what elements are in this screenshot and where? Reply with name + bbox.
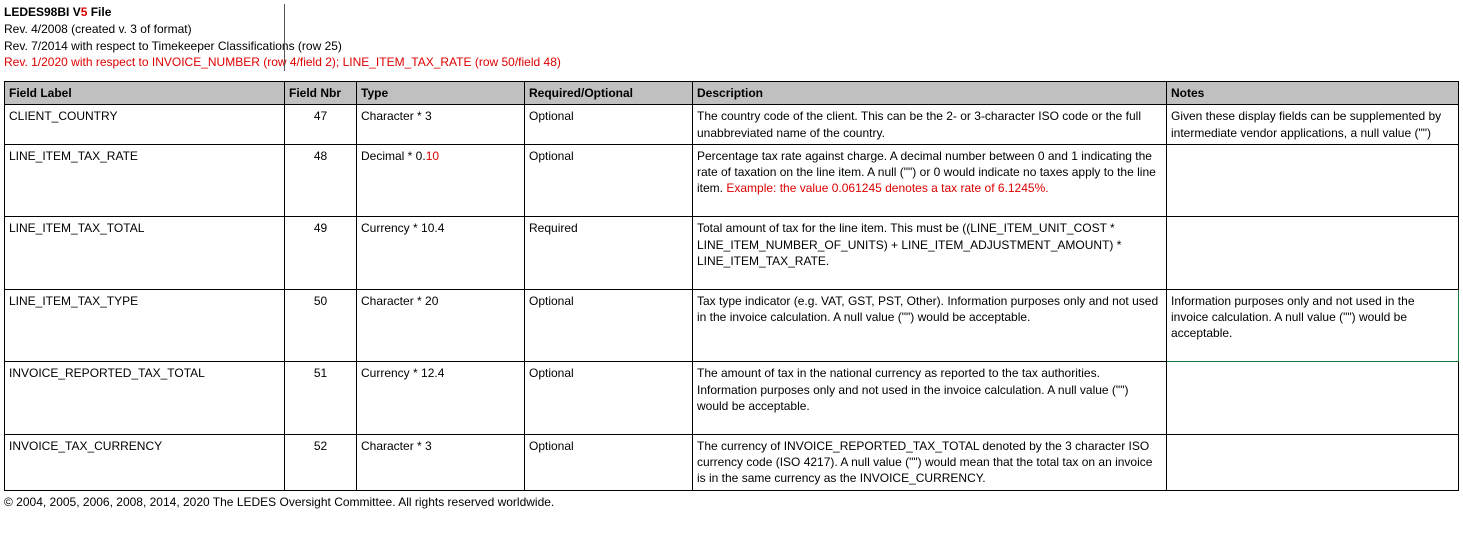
cell-desc: The amount of tax in the national curren… (693, 362, 1167, 435)
cell-desc: The currency of INVOICE_REPORTED_TAX_TOT… (693, 435, 1167, 491)
footer-copyright: © 2004, 2005, 2006, 2008, 2014, 2020 The… (4, 495, 1459, 509)
cell-nbr: 50 (285, 289, 357, 362)
cell-label: INVOICE_TAX_CURRENCY (5, 435, 285, 491)
cell-label: LINE_ITEM_TAX_TOTAL (5, 217, 285, 290)
cell-label: CLIENT_COUNTRY (5, 105, 285, 144)
cell-nbr: 48 (285, 144, 357, 217)
cell-nbr: 52 (285, 435, 357, 491)
cell-label: LINE_ITEM_TAX_RATE (5, 144, 285, 217)
cell-req: Optional (525, 289, 693, 362)
cell-req: Optional (525, 105, 693, 144)
cell-notes (1167, 217, 1459, 290)
cell-nbr: 47 (285, 105, 357, 144)
cell-desc: Tax type indicator (e.g. VAT, GST, PST, … (693, 289, 1167, 362)
table-row: INVOICE_REPORTED_TAX_TOTAL 51 Currency *… (5, 362, 1459, 435)
cell-desc: Total amount of tax for the line item. T… (693, 217, 1167, 290)
cell-type: Decimal * 0.10 (357, 144, 525, 217)
revision-line-2: Rev. 7/2014 with respect to Timekeeper C… (4, 38, 1459, 55)
table-header-row: Field Label Field Nbr Type Required/Opti… (5, 82, 1459, 105)
cell-nbr: 49 (285, 217, 357, 290)
table-row: CLIENT_COUNTRY 47 Character * 3 Optional… (5, 105, 1459, 144)
cell-type: Character * 3 (357, 435, 525, 491)
document-title: LEDES98BI V5 File (4, 4, 1459, 21)
cell-type: Character * 3 (357, 105, 525, 144)
col-header-req: Required/Optional (525, 82, 693, 105)
cell-desc: The country code of the client. This can… (693, 105, 1167, 144)
title-suffix: File (87, 5, 111, 19)
col-header-notes: Notes (1167, 82, 1459, 105)
cell-type: Character * 20 (357, 289, 525, 362)
cell-label: LINE_ITEM_TAX_TYPE (5, 289, 285, 362)
cell-type: Currency * 10.4 (357, 217, 525, 290)
cell-req: Optional (525, 435, 693, 491)
cell-label: INVOICE_REPORTED_TAX_TOTAL (5, 362, 285, 435)
revision-line-1: Rev. 4/2008 (created v. 3 of format) (4, 21, 1459, 38)
table-row: LINE_ITEM_TAX_TOTAL 49 Currency * 10.4 R… (5, 217, 1459, 290)
revision-line-3: Rev. 1/2020 with respect to INVOICE_NUMB… (4, 54, 1459, 71)
col-header-desc: Description (693, 82, 1167, 105)
col-header-type: Type (357, 82, 525, 105)
cell-req: Optional (525, 144, 693, 217)
table-row: LINE_ITEM_TAX_TYPE 50 Character * 20 Opt… (5, 289, 1459, 362)
col-header-nbr: Field Nbr (285, 82, 357, 105)
cell-notes: Information purposes only and not used i… (1167, 289, 1459, 362)
col-header-label: Field Label (5, 82, 285, 105)
cell-notes (1167, 144, 1459, 217)
cell-notes (1167, 362, 1459, 435)
cell-type: Currency * 12.4 (357, 362, 525, 435)
table-row: LINE_ITEM_TAX_RATE 48 Decimal * 0.10 Opt… (5, 144, 1459, 217)
cell-nbr: 51 (285, 362, 357, 435)
cell-notes (1167, 435, 1459, 491)
document-header: LEDES98BI V5 File Rev. 4/2008 (created v… (4, 4, 1459, 71)
cell-req: Optional (525, 362, 693, 435)
fields-table: Field Label Field Nbr Type Required/Opti… (4, 81, 1459, 490)
title-prefix: LEDES98BI V (4, 5, 81, 19)
cell-desc: Percentage tax rate against charge. A de… (693, 144, 1167, 217)
cell-req: Required (525, 217, 693, 290)
cell-notes: Given these display fields can be supple… (1167, 105, 1459, 144)
table-row: INVOICE_TAX_CURRENCY 52 Character * 3 Op… (5, 435, 1459, 491)
